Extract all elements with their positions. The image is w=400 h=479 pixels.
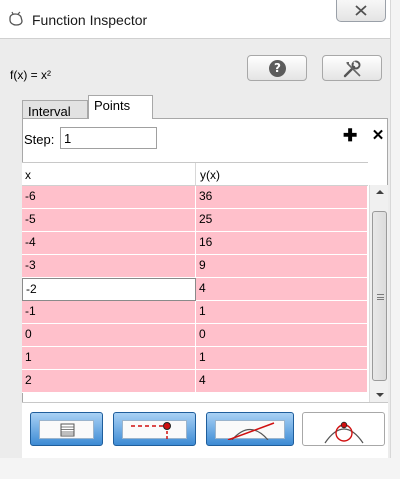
cell-x[interactable]: -6 (22, 186, 196, 209)
window-title: Function Inspector (32, 12, 148, 28)
table-view-button[interactable] (30, 412, 103, 446)
step-label: Step: (24, 132, 55, 147)
cell-y: 16 (196, 232, 368, 255)
cell-x[interactable]: -4 (22, 232, 196, 255)
table-row[interactable]: -5 25 (22, 209, 368, 232)
points-table: x y(x) -6 36 -5 25 -4 16 -3 9 -2 4 -1 1 … (22, 162, 368, 402)
tools-button[interactable] (322, 55, 382, 81)
cell-y: 36 (196, 186, 368, 209)
cell-y: 1 (196, 301, 368, 324)
scrollbar-thumb[interactable] (372, 211, 387, 381)
table-vertical-scrollbar[interactable] (369, 185, 388, 402)
table-view-icon-frame (39, 420, 94, 439)
cell-x[interactable]: 0 (22, 324, 196, 347)
add-row-button[interactable]: ✚ (343, 127, 357, 144)
cell-x[interactable]: -1 (22, 301, 196, 324)
table-header: x y(x) (22, 163, 368, 186)
column-divider (195, 163, 196, 186)
step-input[interactable] (60, 127, 157, 149)
app-icon (6, 9, 26, 29)
osculating-circle-button[interactable] (302, 412, 385, 446)
table-row[interactable]: -2 4 (22, 278, 368, 301)
cell-x[interactable]: -3 (22, 255, 196, 278)
help-button[interactable]: ? (247, 55, 307, 81)
trace-point-icon-frame (122, 420, 187, 440)
table-row[interactable]: -1 1 (22, 301, 368, 324)
cell-x[interactable]: 1 (22, 347, 196, 370)
table-row[interactable]: -6 36 (22, 186, 368, 209)
column-header-y[interactable]: y(x) (200, 168, 220, 182)
table-row[interactable]: -4 16 (22, 232, 368, 255)
osculating-circle-icon (324, 421, 364, 444)
table-row[interactable]: -3 9 (22, 255, 368, 278)
tools-icon (343, 60, 361, 78)
tangent-line-icon-frame (215, 420, 285, 440)
question-mark-icon: ? (269, 60, 286, 77)
tangent-line-button[interactable] (206, 412, 294, 446)
table-row[interactable]: 1 1 (22, 347, 368, 370)
cell-y: 4 (196, 370, 368, 393)
cell-y: 0 (196, 324, 368, 347)
cell-y: 1 (196, 347, 368, 370)
trace-point-button[interactable] (113, 412, 196, 446)
trace-point-icon (131, 422, 171, 440)
table-view-icon (60, 423, 75, 437)
scroll-down-arrow-icon[interactable] (376, 393, 384, 397)
title-bar[interactable]: Function Inspector (0, 0, 390, 38)
function-definition-label: f(x) = x² (10, 68, 51, 82)
cell-y: 25 (196, 209, 368, 232)
close-icon (355, 5, 367, 16)
scroll-grip-icon (377, 294, 384, 300)
cell-x[interactable]: 2 (22, 370, 196, 393)
tab-interval[interactable]: Interval (22, 100, 88, 119)
table-row[interactable]: 2 4 (22, 370, 368, 393)
remove-row-button[interactable]: ✕ (371, 128, 385, 143)
cell-y: 9 (196, 255, 368, 278)
column-header-x[interactable]: x (25, 168, 31, 182)
tab-points[interactable]: Points (88, 95, 153, 119)
window-frame-bottom (0, 458, 400, 479)
table-row[interactable]: 0 0 (22, 324, 368, 347)
close-window-button[interactable] (336, 0, 386, 22)
tangent-line-icon (227, 422, 275, 440)
scroll-up-arrow-icon[interactable] (376, 190, 384, 194)
window-frame-right (390, 0, 400, 479)
cell-x-editing[interactable]: -2 (22, 278, 196, 301)
function-inspector-window: Function Inspector f(x) = x² ? Interval … (0, 0, 400, 479)
cell-y: 4 (196, 278, 368, 301)
cell-x[interactable]: -5 (22, 209, 196, 232)
